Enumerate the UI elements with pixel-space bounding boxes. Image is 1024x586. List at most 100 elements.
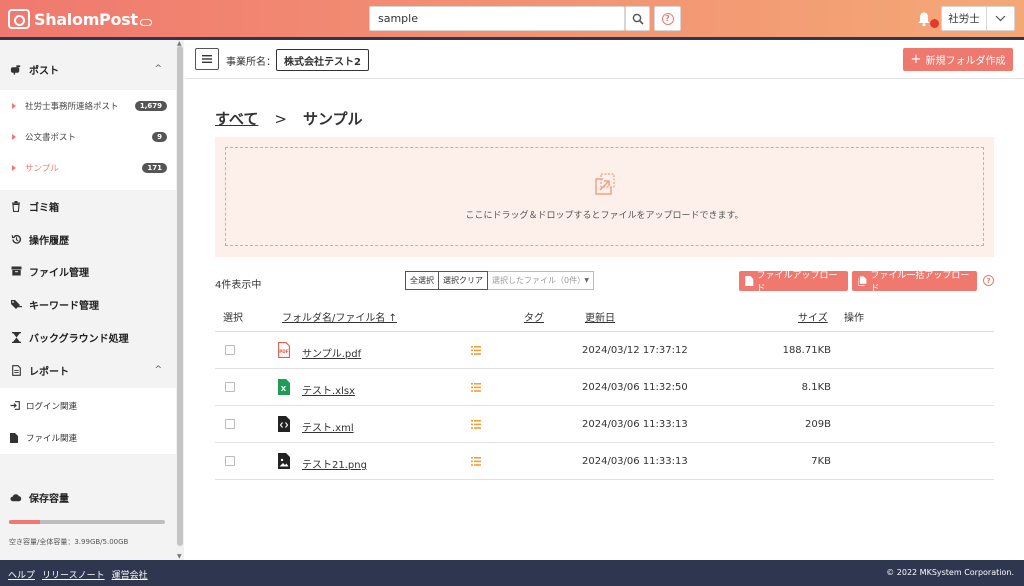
post-list: 社労士事務所連絡ポスト 1,679 公文書ポスト 9 サンプル 171 <box>0 90 176 190</box>
sidebar-scrollbar[interactable]: ▲ ▼ <box>176 40 184 560</box>
caret-down-icon: ▼ <box>584 277 589 284</box>
row-checkbox[interactable] <box>225 456 235 466</box>
sidebar-item-label: ゴミ箱 <box>29 202 59 214</box>
app-header: ShalomPost ? 社労士 <box>0 0 1024 37</box>
new-folder-label: 新規フォルダ作成 <box>925 56 1006 67</box>
sidebar-item-sample[interactable]: サンプル 171 <box>0 152 176 183</box>
column-header-name[interactable]: フォルダ名/ファイル名 ↑ <box>282 309 397 324</box>
footer-link-company[interactable]: 運営会社 <box>112 568 148 581</box>
menu-toggle-button[interactable] <box>195 48 219 70</box>
tag-list-icon[interactable] <box>471 346 481 355</box>
file-upload-icon <box>745 276 754 286</box>
row-checkbox[interactable] <box>225 382 235 392</box>
row-checkbox[interactable] <box>225 419 235 429</box>
hamburger-icon <box>202 55 212 63</box>
row-checkbox[interactable] <box>225 345 235 355</box>
search-button[interactable] <box>625 6 650 31</box>
table-row[interactable]: PDF サンプル.pdf 2024/03/12 17:37:12 188.71K… <box>215 332 994 369</box>
mailbox-icon <box>10 63 22 75</box>
caret-right-icon <box>12 164 16 171</box>
upload-dropzone-area: ここにドラッグ＆ドロップするとファイルをアップロードできます。 <box>215 137 994 257</box>
search-icon <box>632 13 644 25</box>
tag-list-icon[interactable] <box>471 383 481 392</box>
sidebar-item-label: 公文書ポスト <box>25 132 77 143</box>
logo-cloud-icon <box>139 18 152 26</box>
file-name-link[interactable]: テスト.xml <box>302 419 354 434</box>
office-name-selector[interactable]: 株式会社テスト2 <box>276 49 369 71</box>
column-header-tag[interactable]: タグ <box>524 309 544 324</box>
file-size: 8.1KB <box>801 382 831 393</box>
file-updated-date: 2024/03/06 11:33:13 <box>582 419 688 430</box>
chevron-up-icon[interactable]: ^ <box>154 365 162 375</box>
external-upload-icon <box>594 173 615 195</box>
selection-controls: 全選択 選択クリア 選択したファイル（0件） ▼ <box>405 271 594 290</box>
chevron-up-icon[interactable]: ^ <box>154 64 162 74</box>
file-updated-date: 2024/03/12 17:37:12 <box>582 345 688 356</box>
storage-label-text: 保存容量 <box>29 494 69 505</box>
sidebar-section-label: ポスト <box>29 65 59 77</box>
user-menu-button[interactable]: 社労士 <box>941 6 987 31</box>
archive-icon <box>10 265 22 277</box>
sidebar-item-background-jobs[interactable]: バックグラウンド処理 <box>0 326 176 348</box>
storage-text: 空き容量/全体容量：3.99GB/5.00GB <box>9 538 129 546</box>
table-row[interactable]: テスト.xml 2024/03/06 11:33:13 209B <box>215 406 994 443</box>
sidebar-item-official-post[interactable]: 公文書ポスト 9 <box>0 121 176 152</box>
report-list: ログイン関連 ファイル関連 <box>0 388 176 454</box>
footer-link-release-notes[interactable]: リリースノート <box>42 568 105 581</box>
user-menu-caret[interactable] <box>987 6 1015 31</box>
sidebar-section-label: レポート <box>29 366 69 378</box>
sidebar-item-label: キーワード管理 <box>29 300 99 312</box>
select-all-button[interactable]: 全選択 <box>405 271 439 290</box>
help-icon: ? <box>661 12 674 25</box>
bell-icon[interactable] <box>917 11 931 27</box>
file-icon <box>10 432 20 443</box>
logo-mark-icon <box>8 9 30 29</box>
new-folder-button[interactable]: + 新規フォルダ作成 <box>903 48 1013 71</box>
history-icon <box>10 233 22 245</box>
table-row[interactable]: テスト21.png 2024/03/06 11:33:13 7KB <box>215 443 994 480</box>
file-updated-date: 2024/03/06 11:33:13 <box>582 456 688 467</box>
selected-files-label: 選択したファイル（0件） <box>492 276 586 285</box>
sidebar-item-history[interactable]: 操作履歴 <box>0 228 176 250</box>
caret-right-icon <box>12 102 16 109</box>
sidebar-item-file-management[interactable]: ファイル管理 <box>0 260 176 282</box>
scroll-thumb[interactable] <box>177 46 183 546</box>
sidebar-item-keyword-management[interactable]: キーワード管理 <box>0 293 176 315</box>
app-logo[interactable]: ShalomPost <box>8 8 152 30</box>
bulk-upload-icon <box>858 276 867 286</box>
upload-help-icon[interactable]: ? <box>983 275 994 286</box>
search-input[interactable] <box>370 7 624 30</box>
sidebar-item-trash[interactable]: ゴミ箱 <box>0 195 176 217</box>
tag-list-icon[interactable] <box>471 420 481 429</box>
image-file-icon <box>278 453 290 469</box>
sidebar-item-office-post[interactable]: 社労士事務所連絡ポスト 1,679 <box>0 90 176 121</box>
clear-selection-button[interactable]: 選択クリア <box>439 271 488 290</box>
help-button[interactable]: ? <box>654 6 681 31</box>
bulk-upload-button[interactable]: ファイル一括アップロード <box>852 271 977 294</box>
tag-list-icon[interactable] <box>471 457 481 466</box>
upload-dropzone[interactable]: ここにドラッグ＆ドロップするとファイルをアップロードできます。 <box>225 147 984 246</box>
column-header-updated[interactable]: 更新日 <box>585 309 615 324</box>
file-size: 7KB <box>811 456 831 467</box>
sidebar-item-login-report[interactable]: ログイン関連 <box>0 390 176 421</box>
sidebar-item-label: ファイル管理 <box>29 267 89 279</box>
sidebar-item-file-report[interactable]: ファイル関連 <box>0 422 176 453</box>
scroll-down-arrow-icon[interactable]: ▼ <box>177 553 182 560</box>
column-header-size[interactable]: サイズ <box>798 309 828 324</box>
table-row[interactable]: X テスト.xlsx 2024/03/06 11:32:50 8.1KB <box>215 369 994 406</box>
breadcrumb-root-link[interactable]: すべて <box>215 108 258 129</box>
excel-file-icon: X <box>278 379 290 395</box>
file-name-link[interactable]: テスト21.png <box>302 456 367 471</box>
dropzone-text: ここにドラッグ＆ドロップするとファイルをアップロードできます。 <box>465 211 744 221</box>
file-name-link[interactable]: サンプル.pdf <box>302 345 361 360</box>
file-name-link[interactable]: テスト.xlsx <box>302 382 355 397</box>
office-label: 事業所名： <box>226 57 276 68</box>
selected-files-dropdown[interactable]: 選択したファイル（0件） ▼ <box>488 271 594 290</box>
sidebar-section-post[interactable]: ポスト ^ <box>0 58 176 80</box>
file-upload-button[interactable]: ファイルアップロード <box>739 271 848 294</box>
chevron-down-icon <box>995 15 1006 22</box>
count-badge: 1,679 <box>134 100 167 111</box>
footer-link-help[interactable]: ヘルプ <box>8 568 35 581</box>
trash-icon <box>10 200 22 212</box>
sidebar-section-report[interactable]: レポート ^ <box>0 359 176 381</box>
